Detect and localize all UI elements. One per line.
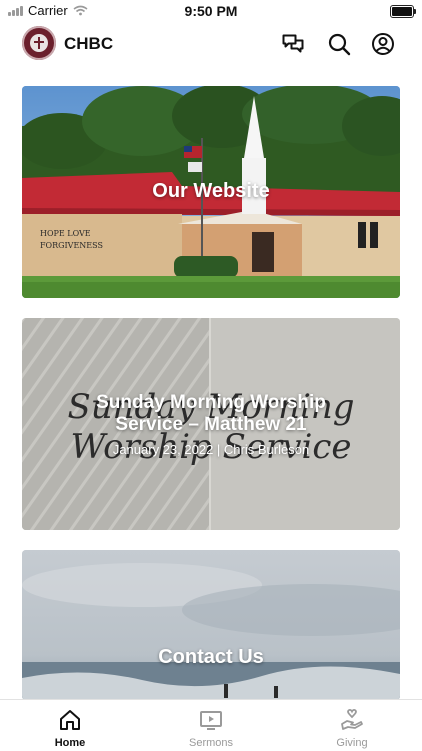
giving-hand-icon — [341, 708, 363, 730]
contact-card[interactable]: Contact Us — [22, 550, 400, 700]
home-icon — [60, 710, 80, 730]
wall-sign-line2: FORGIVENESS — [40, 241, 103, 250]
battery-icon — [390, 5, 416, 18]
tab-sermons-label: Sermons — [188, 737, 234, 749]
status-bar: Carrier 9:50 PM — [0, 0, 422, 22]
wall-sign-line1: HOPE LOVE — [40, 229, 91, 238]
chat-icon[interactable] — [281, 32, 305, 56]
tab-bar: Home Sermons Giving — [0, 699, 422, 751]
tab-home[interactable]: Home — [0, 700, 140, 751]
cross-icon — [30, 34, 48, 52]
contact-card-label: Contact Us — [158, 646, 264, 668]
play-icon — [200, 711, 222, 730]
account-icon[interactable] — [371, 32, 395, 56]
tab-sermons[interactable]: Sermons — [141, 700, 281, 751]
website-card[interactable]: HOPE LOVE FORGIVENESS Our Website — [22, 86, 400, 298]
tab-home-label: Home — [54, 737, 86, 749]
sermon-card[interactable]: Sunday Morning Worship Service Sunday Mo… — [22, 318, 400, 530]
app-header: CHBC — [0, 24, 422, 64]
sermon-card-meta: January 23, 2022 | Chris Burleson — [112, 442, 310, 457]
tab-giving[interactable]: Giving — [282, 700, 422, 751]
search-icon[interactable] — [327, 32, 351, 56]
sermon-card-title: Sunday Morning Worship Service – Matthew… — [96, 392, 326, 435]
ocean-photo — [22, 550, 400, 700]
app-title: CHBC — [64, 34, 114, 53]
church-logo[interactable] — [22, 26, 56, 60]
status-time: 9:50 PM — [184, 3, 238, 19]
website-card-label: Our Website — [152, 180, 270, 202]
tab-giving-label: Giving — [336, 737, 368, 749]
